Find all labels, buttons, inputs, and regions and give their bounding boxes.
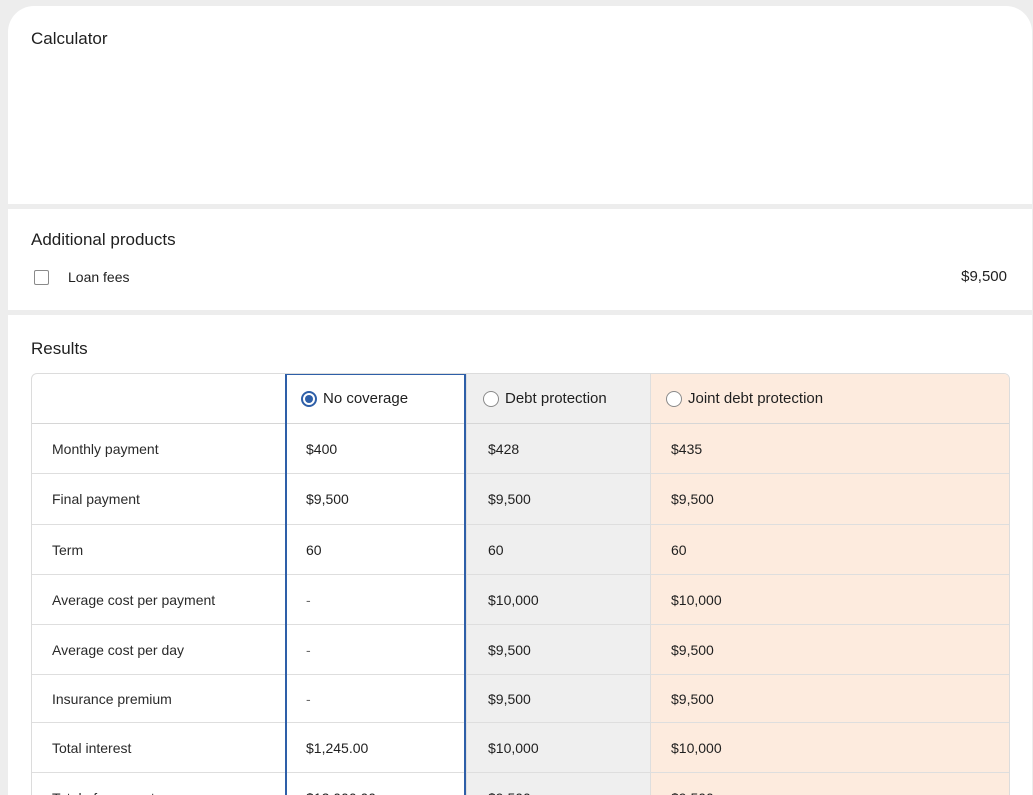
no-coverage-value: -: [306, 690, 311, 707]
joint-debt-protection-value: $10,000: [671, 739, 722, 756]
joint-debt-protection-value: $9,500: [671, 690, 714, 707]
debt-protection-value: $10,000: [488, 739, 539, 756]
column-divider: [466, 374, 467, 795]
additional-products-title: Additional products: [31, 230, 176, 249]
debt-protection-option[interactable]: Debt protection: [483, 374, 607, 423]
loan-fees-amount: $9,500: [961, 268, 1007, 285]
debt-protection-value: $9,500: [488, 641, 531, 658]
debt-protection-label: Debt protection: [505, 390, 607, 407]
calculator-page: Calculator Additional products Loan fees…: [0, 0, 1033, 795]
no-coverage-value: -: [306, 641, 311, 658]
joint-debt-protection-value: $9,500: [671, 491, 714, 507]
results-title: Results: [31, 339, 88, 358]
no-coverage-value: $9,500: [306, 491, 349, 507]
debt-protection-value: $9,500: [488, 773, 531, 795]
calculator-card: [8, 6, 1032, 204]
joint-debt-protection-value: $435: [671, 440, 703, 457]
calculator-title: Calculator: [31, 29, 108, 48]
additional-products-card: [8, 209, 1032, 310]
loan-fees-label[interactable]: Loan fees: [68, 269, 130, 285]
debt-protection-value: $9,500: [488, 491, 531, 507]
debt-protection-value: $10,000: [488, 591, 539, 608]
joint-debt-protection-option[interactable]: Joint debt protection: [666, 374, 823, 423]
row-label: Total interest: [52, 739, 132, 756]
joint-debt-protection-value: 60: [671, 541, 687, 558]
no-coverage-value: -: [306, 591, 311, 608]
column-divider: [650, 374, 651, 795]
debt-protection-value: 60: [488, 541, 504, 558]
row-label: Monthly payment: [52, 440, 159, 457]
joint-debt-protection-value: $9,500: [671, 641, 714, 658]
row-divider: [32, 524, 1009, 525]
results-table: No coverage Debt protection Joint debt p…: [31, 373, 1010, 795]
row-label: Insurance premium: [52, 690, 172, 707]
no-coverage-value: 60: [306, 541, 322, 558]
no-coverage-value: $12,000.00: [306, 773, 376, 795]
row-label: Average cost per payment: [52, 591, 216, 608]
no-coverage-value: $1,245.00: [306, 739, 369, 756]
loan-fees-checkbox[interactable]: [34, 270, 49, 285]
row-label: Average cost per day: [52, 641, 185, 658]
no-coverage-option[interactable]: No coverage: [301, 374, 408, 423]
radio-selected-icon[interactable]: [301, 390, 317, 407]
no-coverage-label: No coverage: [323, 390, 409, 407]
row-label: Final payment: [52, 491, 140, 507]
debt-protection-value: $9,500: [488, 690, 531, 707]
header-divider: [32, 423, 1009, 424]
no-coverage-value: $400: [306, 440, 338, 457]
radio-unselected-icon[interactable]: [483, 390, 499, 407]
joint-debt-protection-label: Joint debt protection: [688, 390, 824, 407]
joint-debt-protection-value: $9,500: [671, 773, 714, 795]
radio-unselected-icon[interactable]: [666, 390, 682, 407]
row-label: Term: [52, 541, 84, 558]
row-label: Total of payment: [52, 773, 155, 795]
debt-protection-value: $428: [488, 440, 520, 457]
joint-debt-protection-value: $10,000: [671, 591, 722, 608]
